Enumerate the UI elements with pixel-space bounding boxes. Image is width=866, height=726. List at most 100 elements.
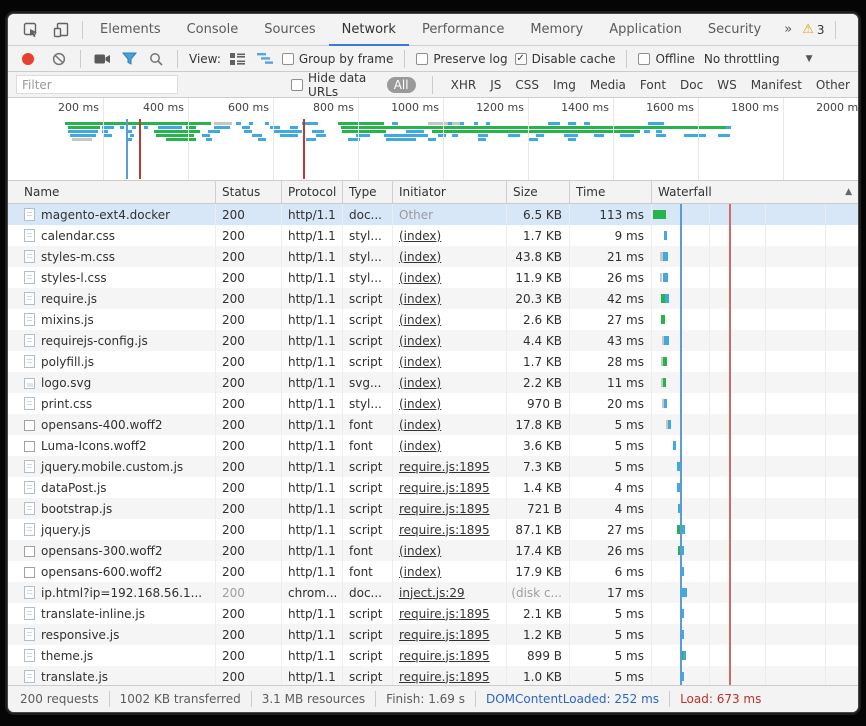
column-header-protocol[interactable]: Protocol xyxy=(282,181,343,203)
filter-type-js[interactable]: JS xyxy=(490,78,501,92)
filter-type-css[interactable]: CSS xyxy=(515,78,539,92)
status-bar-item: 200 requests xyxy=(10,691,110,707)
tab-application[interactable]: Application xyxy=(596,14,695,46)
cell-waterfall xyxy=(652,498,858,519)
filter-type-media[interactable]: Media xyxy=(590,78,626,92)
filter-type-font[interactable]: Font xyxy=(640,78,666,92)
more-options-icon[interactable]: ⋮ xyxy=(846,21,859,39)
preserve-log-checkbox[interactable] xyxy=(416,53,428,65)
initiator-link[interactable]: require.js:1895 xyxy=(399,502,490,516)
filter-type-xhr[interactable]: XHR xyxy=(451,78,477,92)
offline-label[interactable]: Offline xyxy=(655,52,694,66)
cell-protocol: chrom... xyxy=(282,582,343,603)
overview-request-bar xyxy=(656,130,662,133)
overview-request-bar xyxy=(72,138,92,141)
initiator-link[interactable]: (index) xyxy=(399,355,441,369)
inspect-element-icon[interactable] xyxy=(18,18,44,42)
network-overview-timeline[interactable]: 200 ms400 ms600 ms800 ms1000 ms1200 ms14… xyxy=(8,98,858,181)
offline-checkbox[interactable] xyxy=(638,53,650,65)
initiator-link[interactable]: require.js:1895 xyxy=(399,481,490,495)
initiator-link[interactable]: (index) xyxy=(399,271,441,285)
column-header-size[interactable]: Size xyxy=(507,181,570,203)
column-header-time[interactable]: Time xyxy=(570,181,652,203)
initiator-link[interactable]: (index) xyxy=(399,418,441,432)
tab-security[interactable]: Security xyxy=(695,14,774,46)
column-header-name[interactable]: Name xyxy=(8,181,216,203)
column-header-waterfall[interactable]: Waterfall▲ xyxy=(652,181,858,203)
initiator-link[interactable]: require.js:1895 xyxy=(399,670,490,684)
search-icon[interactable] xyxy=(146,49,166,69)
disable-cache-label[interactable]: Disable cache xyxy=(532,52,616,66)
filter-type-doc[interactable]: Doc xyxy=(680,78,703,92)
initiator-link[interactable]: (index) xyxy=(399,229,441,243)
document-file-icon xyxy=(24,355,35,368)
tab-elements[interactable]: Elements xyxy=(87,14,174,46)
throttling-dropdown[interactable]: No throttling ▼ xyxy=(704,52,813,66)
console-warning-badge[interactable]: ⚠ 3 xyxy=(802,22,824,37)
initiator-link[interactable]: (index) xyxy=(399,565,441,579)
capture-screenshots-icon[interactable] xyxy=(92,49,112,69)
chevron-down-icon: ▼ xyxy=(806,54,813,64)
filter-type-img[interactable]: Img xyxy=(553,78,576,92)
record-button[interactable] xyxy=(22,53,34,65)
filter-type-all[interactable]: All xyxy=(387,77,416,93)
filter-input[interactable] xyxy=(16,75,178,94)
disable-cache-checkbox[interactable] xyxy=(515,53,527,65)
initiator-link[interactable]: (index) xyxy=(399,334,441,348)
column-header-status[interactable]: Status xyxy=(216,181,282,203)
filter-icon[interactable] xyxy=(119,49,139,69)
cell-type: styl... xyxy=(343,246,393,267)
more-tabs-icon[interactable]: » xyxy=(774,14,802,45)
device-toolbar-icon[interactable] xyxy=(48,18,74,42)
clear-icon[interactable] xyxy=(49,49,69,69)
cell-waterfall xyxy=(652,414,858,435)
cell-status: 200 xyxy=(216,603,282,624)
cell-size: 17.9 KB xyxy=(507,561,570,582)
waterfall-bar xyxy=(673,441,676,450)
show-overview-icon[interactable] xyxy=(255,49,275,69)
column-header-type[interactable]: Type xyxy=(343,181,393,203)
initiator-link[interactable]: require.js:1895 xyxy=(399,607,490,621)
request-name: jquery.mobile.custom.js xyxy=(41,460,183,474)
initiator-link[interactable]: (index) xyxy=(399,292,441,306)
overview-request-bar xyxy=(70,134,96,137)
cell-status: 200 xyxy=(216,267,282,288)
initiator-link[interactable]: require.js:1895 xyxy=(399,649,490,663)
overview-request-bar xyxy=(656,134,666,137)
cell-name: logo.svg xyxy=(8,372,216,393)
tab-network[interactable]: Network xyxy=(329,14,409,46)
tab-sources[interactable]: Sources xyxy=(251,14,328,46)
cell-time: 5 ms xyxy=(570,456,652,477)
cell-time: 43 ms xyxy=(570,330,652,351)
initiator-link[interactable]: (index) xyxy=(399,376,441,390)
group-by-frame-label[interactable]: Group by frame xyxy=(299,52,393,66)
initiator-link[interactable]: require.js:1895 xyxy=(399,628,490,642)
tab-performance[interactable]: Performance xyxy=(409,14,517,46)
large-rows-view-icon[interactable] xyxy=(228,49,248,69)
tab-console[interactable]: Console xyxy=(174,14,252,46)
overview-request-bar xyxy=(452,134,458,137)
initiator-link[interactable]: require.js:1895 xyxy=(399,460,490,474)
cell-time: 5 ms xyxy=(570,666,652,685)
preserve-log-label[interactable]: Preserve log xyxy=(433,52,507,66)
initiator-link[interactable]: (index) xyxy=(399,250,441,264)
initiator-link[interactable]: (index) xyxy=(399,397,441,411)
overview-request-bar xyxy=(406,130,424,133)
hide-data-urls-label[interactable]: Hide data URLs xyxy=(308,71,381,99)
group-by-frame-checkbox[interactable] xyxy=(282,53,294,65)
filter-type-other[interactable]: Other xyxy=(816,78,850,92)
initiator-link[interactable]: (index) xyxy=(399,544,441,558)
initiator-link[interactable]: require.js:1895 xyxy=(399,523,490,537)
initiator-link[interactable]: inject.js:29 xyxy=(399,586,465,600)
initiator-link[interactable]: (index) xyxy=(399,313,441,327)
initiator-link[interactable]: (index) xyxy=(399,439,441,453)
column-header-initiator[interactable]: Initiator xyxy=(393,181,507,203)
timeline-gridline xyxy=(698,98,699,180)
filter-type-manifest[interactable]: Manifest xyxy=(751,78,802,92)
cell-protocol: http/1.1 xyxy=(282,498,343,519)
filter-type-ws[interactable]: WS xyxy=(717,78,736,92)
column-header-label: Waterfall xyxy=(658,185,712,199)
hide-data-urls-checkbox[interactable] xyxy=(291,79,303,91)
tab-memory[interactable]: Memory xyxy=(517,14,596,46)
request-name: magento-ext4.docker xyxy=(41,208,170,222)
